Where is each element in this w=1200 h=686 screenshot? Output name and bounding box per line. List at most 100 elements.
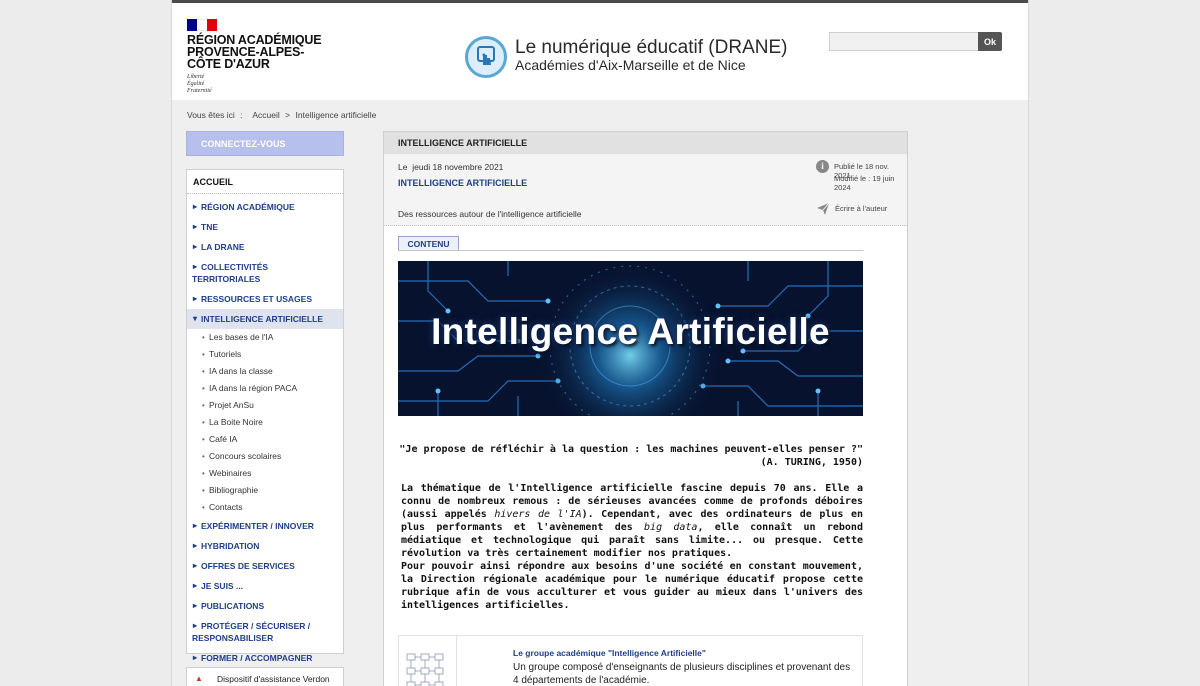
bullet-icon: • bbox=[202, 435, 205, 444]
sidebar-item-tne[interactable]: ▸ TNE bbox=[187, 217, 343, 237]
group-thumbnail bbox=[399, 636, 457, 686]
breadcrumb-home-link[interactable]: Accueil bbox=[252, 110, 279, 120]
sidebar-subitem[interactable]: • Café IA bbox=[187, 431, 343, 448]
chevron-right-icon: ▸ bbox=[193, 621, 198, 630]
bullet-icon: • bbox=[202, 503, 205, 512]
chevron-right-icon: ▸ bbox=[193, 242, 198, 251]
sidebar-subitem[interactable]: • Bibliographie bbox=[187, 482, 343, 499]
article-date-prefix: Le bbox=[398, 162, 408, 172]
sidebar-item-label: JE SUIS ... bbox=[201, 581, 244, 591]
sidebar-subitem[interactable]: • Webinaires bbox=[187, 465, 343, 482]
academy-logo-text[interactable]: RÉGION ACADÉMIQUE PROVENCE-ALPES- CÔTE D… bbox=[187, 34, 322, 71]
sidebar-list: ▸ RÉGION ACADÉMIQUE ▸ TNE ▸ LA DRANE ▸ COLLE… bbox=[187, 194, 343, 668]
sidebar-item-label: TNE bbox=[201, 222, 218, 232]
sidebar-subitem[interactable]: • IA dans la classe bbox=[187, 363, 343, 380]
sidebar-subitem[interactable]: • Tutoriels bbox=[187, 346, 343, 363]
search-input[interactable] bbox=[829, 32, 979, 51]
sidebar-item-label: FORMER / ACCOMPAGNER bbox=[201, 653, 313, 663]
sidebar-item-publications[interactable]: ▸ PUBLICATIONS bbox=[187, 596, 343, 616]
bullet-icon: • bbox=[202, 367, 205, 376]
group-description: Un groupe composé d'enseignants de plusi… bbox=[513, 662, 851, 686]
assistance-label: Dispositif d'assistance Verdon bbox=[217, 674, 330, 684]
search-button[interactable]: Ok bbox=[978, 32, 1002, 51]
warning-icon: ▲ bbox=[195, 674, 203, 683]
sidebar-nav: ACCUEIL ▸ RÉGION ACADÉMIQUE ▸ TNE ▸ LA DRAN… bbox=[186, 169, 344, 663]
sidebar-item-region[interactable]: ▸ RÉGION ACADÉMIQUE bbox=[187, 197, 343, 217]
motto-line: Égalité bbox=[187, 81, 205, 87]
chevron-right-icon: ▸ bbox=[193, 521, 198, 530]
sidebar-item-home[interactable]: ACCUEIL bbox=[187, 170, 343, 194]
sidebar-subitem[interactable]: • Contacts bbox=[187, 499, 343, 516]
sidebar-item-drane[interactable]: ▸ LA DRANE bbox=[187, 237, 343, 257]
sidebar-subitem[interactable]: • IA dans la région PACA bbox=[187, 380, 343, 397]
modified-date: Modifié le : 19 juin 2024 bbox=[834, 174, 895, 192]
sidebar-subitem[interactable]: • Les bases de l'IA bbox=[187, 329, 343, 346]
article-date-value: jeudi 18 novembre 2021 bbox=[412, 162, 504, 172]
article-meta: Le jeudi 18 novembre 2021 INTELLIGENCE A… bbox=[384, 154, 907, 226]
article-title: INTELLIGENCE ARTIFICIELLE bbox=[398, 178, 528, 188]
sidebar-item-label: LA DRANE bbox=[201, 242, 245, 252]
bullet-icon: • bbox=[202, 452, 205, 461]
sidebar-subitem-label: Bibliographie bbox=[209, 485, 259, 495]
chevron-down-icon: ▾ bbox=[193, 314, 198, 323]
sidebar-item-label-line2: TERRITORIALES bbox=[192, 274, 261, 284]
sidebar-subgroup: • Les bases de l'IA • Tutoriels • IA dans l… bbox=[187, 329, 343, 516]
sidebar-item-label: RESSOURCES ET USAGES bbox=[201, 294, 312, 304]
sidebar-item-offres[interactable]: ▸ OFFRES DE SERVICES bbox=[187, 556, 343, 576]
site-title[interactable]: Le numérique éducatif (DRANE) bbox=[515, 37, 787, 59]
sidebar-item-ia[interactable]: ▾ INTELLIGENCE ARTIFICIELLE bbox=[187, 309, 343, 329]
sidebar-subitem[interactable]: • Concours scolaires bbox=[187, 448, 343, 465]
sidebar-item-former[interactable]: ▸ FORMER / ACCOMPAGNER bbox=[187, 648, 343, 668]
connect-button[interactable]: CONNECTEZ-VOUS bbox=[186, 131, 344, 156]
group-card[interactable]: Le groupe académique "Intelligence Artif… bbox=[398, 635, 863, 686]
quote-line: "Je propose de réfléchir à la question :… bbox=[399, 444, 863, 455]
send-icon[interactable] bbox=[816, 202, 830, 216]
sidebar-item-collectivites[interactable]: ▸ COLLECTIVITÉS TERRITORIALES bbox=[187, 257, 343, 289]
chevron-right-icon: ▸ bbox=[193, 294, 198, 303]
sidebar-item-je-suis[interactable]: ▸ JE SUIS ... bbox=[187, 576, 343, 596]
sidebar-sublist: • Les bases de l'IA • Tutoriels • IA dans l… bbox=[187, 329, 343, 516]
sidebar-subitem[interactable]: • Projet AnSu bbox=[187, 397, 343, 414]
bullet-icon: • bbox=[202, 384, 205, 393]
sidebar-subitem-label: Webinaires bbox=[209, 468, 252, 478]
sidebar-item-proteger[interactable]: ▸ PROTÉGER / SÉCURISER / RESPONSABILISER bbox=[187, 616, 343, 648]
sidebar-item-label-line2: RESPONSABILISER bbox=[192, 633, 274, 643]
para-emphasis: big data bbox=[644, 522, 698, 533]
sidebar-item-hybridation[interactable]: ▸ HYBRIDATION bbox=[187, 536, 343, 556]
bullet-icon: • bbox=[202, 486, 205, 495]
breadcrumb-prefix: Vous êtes ici bbox=[187, 110, 235, 120]
article-panel: INTELLIGENCE ARTIFICIELLE Le jeudi 18 no… bbox=[383, 131, 908, 686]
write-author-link[interactable]: Écrire à l'auteur bbox=[835, 204, 887, 213]
chevron-right-icon: ▸ bbox=[193, 222, 198, 231]
sidebar-subitem[interactable]: • La Boite Noire bbox=[187, 414, 343, 431]
drane-logo-icon[interactable] bbox=[465, 36, 507, 78]
sidebar-subitem-label: La Boite Noire bbox=[209, 417, 263, 427]
page: RÉGION ACADÉMIQUE PROVENCE-ALPES- CÔTE D… bbox=[171, 0, 1029, 686]
assistance-box[interactable]: ▲ Dispositif d'assistance Verdon bbox=[186, 667, 344, 686]
chevron-right-icon: ▸ bbox=[193, 202, 198, 211]
group-title-link[interactable]: Le groupe académique "Intelligence Artif… bbox=[513, 648, 706, 658]
section-title: INTELLIGENCE ARTIFICIELLE bbox=[384, 132, 907, 154]
french-flag-icon bbox=[187, 19, 217, 31]
sidebar-item-experimenter[interactable]: ▸ EXPÉRIMENTER / INNOVER bbox=[187, 516, 343, 536]
sidebar-item-ressources[interactable]: ▸ RESSOURCES ET USAGES bbox=[187, 289, 343, 309]
sidebar-subitem-label: Concours scolaires bbox=[209, 451, 282, 461]
sidebar-subitem-label: IA dans la classe bbox=[209, 366, 273, 376]
site-subtitle: Académies d'Aix-Marseille et de Nice bbox=[515, 57, 746, 73]
network-diagram-icon bbox=[406, 653, 444, 686]
sidebar-item-label: HYBRIDATION bbox=[201, 541, 260, 551]
bullet-icon: • bbox=[202, 401, 205, 410]
info-icon: i bbox=[816, 160, 829, 173]
logo-line: CÔTE D'AZUR bbox=[187, 57, 270, 71]
tab-divider bbox=[398, 250, 863, 251]
tab-contenu[interactable]: CONTENU bbox=[398, 236, 459, 251]
site-header: RÉGION ACADÉMIQUE PROVENCE-ALPES- CÔTE D… bbox=[172, 3, 1028, 100]
sidebar-subitem-label: Les bases de l'IA bbox=[209, 332, 274, 342]
chevron-right-icon: ▸ bbox=[193, 561, 198, 570]
article-description: Des ressources autour de l'intelligence … bbox=[398, 209, 582, 219]
sidebar-subitem-label: IA dans la région PACA bbox=[209, 383, 298, 393]
banner-image: Intelligence Artificielle bbox=[398, 261, 863, 416]
quote-author: (A. TURING, 1950) bbox=[760, 457, 863, 468]
sidebar-item-label: EXPÉRIMENTER / INNOVER bbox=[201, 521, 314, 531]
bullet-icon: • bbox=[202, 333, 205, 342]
